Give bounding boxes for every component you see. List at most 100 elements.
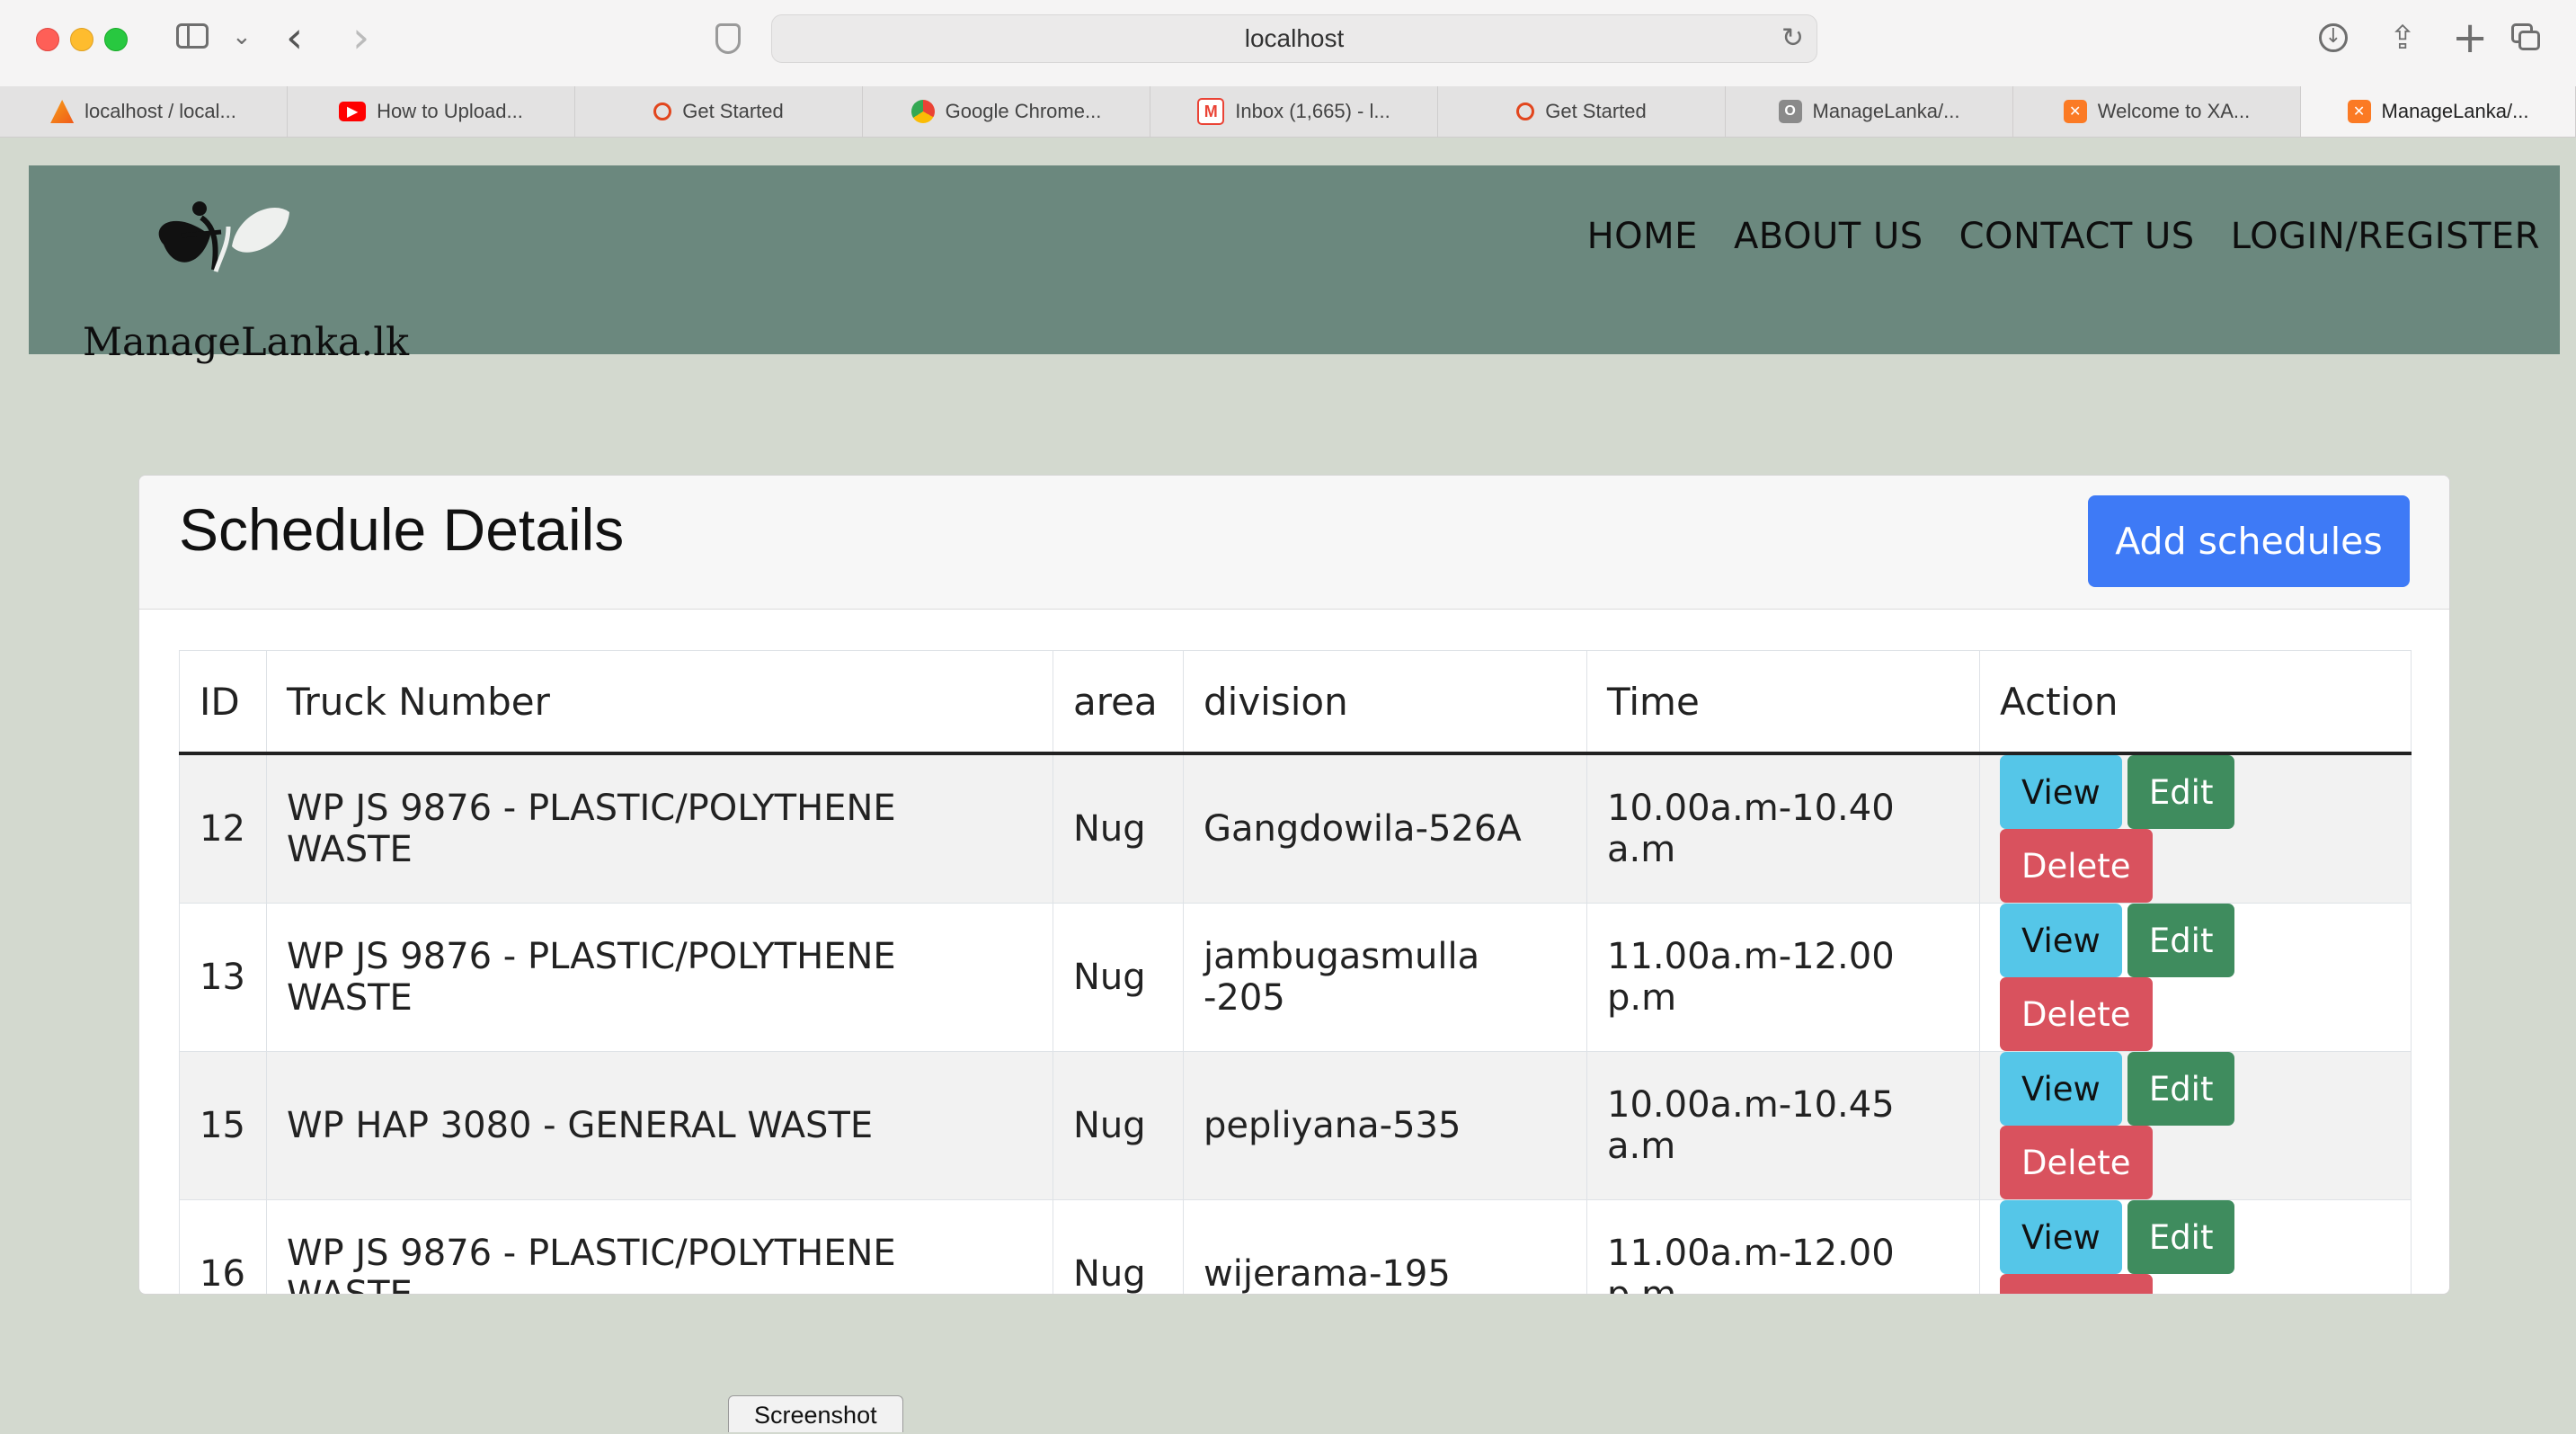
get-started-icon <box>653 102 672 120</box>
browser-tab[interactable]: Google Chrome... <box>863 86 1150 137</box>
cell-truck: WP JS 9876 - PLASTIC/POLYTHENE WASTE <box>266 903 1053 1052</box>
cell-division: Gangdowila-526A <box>1183 753 1587 904</box>
cell-time: 10.00a.m-10.40 a.m <box>1586 753 1980 904</box>
phpmyadmin-icon <box>50 100 75 123</box>
add-schedules-button[interactable]: Add schedules <box>2088 495 2410 587</box>
browser-tab[interactable]: ✕ Welcome to XA... <box>2013 86 2301 137</box>
column-header-time: Time <box>1586 650 1980 755</box>
table-row: 15 WP HAP 3080 - GENERAL WASTE Nug pepli… <box>179 1051 2412 1200</box>
o-icon: O <box>1778 100 1802 123</box>
cell-division: wijerama-195 <box>1183 1199 1587 1294</box>
close-window-button[interactable] <box>36 28 59 51</box>
edit-button[interactable]: Edit <box>2127 1052 2235 1126</box>
forward-arrow-icon[interactable]: › <box>352 13 369 63</box>
cell-actions: ViewEditDelete <box>1979 903 2412 1052</box>
table-row: 16 WP JS 9876 - PLASTIC/POLYTHENE WASTE … <box>179 1199 2412 1294</box>
cell-actions: ViewEditDelete <box>1979 1199 2412 1294</box>
main-nav: HOME ABOUT US CONTACT US LOGIN/REGISTER <box>1587 216 2540 257</box>
site-logo[interactable]: ManageLanka.lk <box>56 200 409 365</box>
cell-truck: WP JS 9876 - PLASTIC/POLYTHENE WASTE <box>266 1199 1053 1294</box>
screenshot-tooltip: Screenshot <box>728 1395 903 1432</box>
leaf-logo-icon <box>158 201 289 272</box>
browser-tab[interactable]: Get Started <box>575 86 863 137</box>
tab-label: Welcome to XA... <box>2097 100 2251 122</box>
share-icon[interactable]: ⇪ <box>2389 20 2416 57</box>
tab-bar: localhost / local... ▶ How to Upload... G… <box>0 86 2576 138</box>
cell-time: 11.00a.m-12.00 p.m <box>1586 903 1980 1052</box>
download-icon[interactable]: ↓ <box>2319 23 2348 52</box>
cell-truck: WP JS 9876 - PLASTIC/POLYTHENE WASTE <box>266 753 1053 904</box>
delete-button[interactable]: Delete <box>2000 829 2153 903</box>
tab-label: How to Upload... <box>377 100 523 122</box>
sidebar-toggle-icon[interactable] <box>176 23 209 49</box>
schedule-table: ID Truck Number area division Time Actio… <box>179 650 2412 1294</box>
page-title: Schedule Details <box>179 496 625 563</box>
edit-button[interactable]: Edit <box>2127 1200 2235 1274</box>
nav-about-us[interactable]: ABOUT US <box>1734 216 1923 257</box>
privacy-shield-icon[interactable] <box>715 23 741 54</box>
browser-tab[interactable]: O ManageLanka/... <box>1726 86 2013 137</box>
nav-contact-us[interactable]: CONTACT US <box>1959 216 2195 257</box>
browser-tab-active[interactable]: ✕ ManageLanka/... <box>2301 86 2576 137</box>
column-header-division: division <box>1183 650 1587 755</box>
logo-text: ManageLanka.lk <box>83 320 410 365</box>
cell-actions: ViewEditDelete <box>1979 1051 2412 1200</box>
gmail-icon: M <box>1197 98 1225 125</box>
cell-time: 10.00a.m-10.45 a.m <box>1586 1051 1980 1200</box>
cell-area: Nug <box>1053 1199 1184 1294</box>
cell-id: 12 <box>179 753 267 904</box>
cell-id: 16 <box>179 1199 267 1294</box>
tab-label: ManageLanka/... <box>1812 100 1960 122</box>
table-header-row: ID Truck Number area division Time Actio… <box>179 650 2412 755</box>
browser-tab[interactable]: Get Started <box>1438 86 1726 137</box>
cell-id: 13 <box>179 903 267 1052</box>
tab-label: Inbox (1,665) - l... <box>1235 100 1390 122</box>
browser-toolbar: ⌄ ‹ › localhost ↻ ↓ ⇪ + <box>0 0 2576 87</box>
view-button[interactable]: View <box>2000 1200 2122 1274</box>
view-button[interactable]: View <box>2000 1052 2122 1126</box>
xampp-icon: ✕ <box>2347 100 2371 123</box>
delete-button[interactable]: Delete <box>2000 1126 2153 1199</box>
column-header-truck-number: Truck Number <box>266 650 1053 755</box>
cell-division: pepliyana-535 <box>1183 1051 1587 1200</box>
address-bar[interactable]: localhost ↻ <box>771 14 1817 63</box>
tab-label: Google Chrome... <box>945 100 1102 122</box>
cell-division: jambugasmulla -205 <box>1183 903 1587 1052</box>
address-url: localhost <box>1244 24 1345 52</box>
delete-button[interactable]: Delete <box>2000 977 2153 1051</box>
tab-overview-icon[interactable] <box>2511 23 2542 52</box>
get-started-icon <box>1516 102 1535 120</box>
back-arrow-icon[interactable]: ‹ <box>286 13 303 63</box>
schedule-card: Schedule Details Add schedules ID Truck … <box>138 475 2450 1295</box>
view-button[interactable]: View <box>2000 755 2122 829</box>
nav-home[interactable]: HOME <box>1587 216 1698 257</box>
minimize-window-button[interactable] <box>70 28 93 51</box>
browser-tab[interactable]: localhost / local... <box>0 86 288 137</box>
chrome-icon <box>910 100 935 123</box>
column-header-area: area <box>1053 650 1184 755</box>
column-header-id: ID <box>179 650 267 755</box>
chevron-down-icon[interactable]: ⌄ <box>232 23 252 50</box>
tab-label: Get Started <box>682 100 784 122</box>
xampp-icon: ✕ <box>2063 100 2087 123</box>
zoom-window-button[interactable] <box>104 28 128 51</box>
cell-area: Nug <box>1053 1051 1184 1200</box>
youtube-icon: ▶ <box>339 102 367 121</box>
table-row: 13 WP JS 9876 - PLASTIC/POLYTHENE WASTE … <box>179 903 2412 1052</box>
edit-button[interactable]: Edit <box>2127 904 2235 977</box>
cell-id: 15 <box>179 1051 267 1200</box>
delete-button[interactable]: Delete <box>2000 1274 2153 1294</box>
view-button[interactable]: View <box>2000 904 2122 977</box>
nav-login-register[interactable]: LOGIN/REGISTER <box>2231 216 2540 257</box>
browser-tab[interactable]: ▶ How to Upload... <box>288 86 575 137</box>
new-tab-icon[interactable]: + <box>2452 13 2488 63</box>
cell-area: Nug <box>1053 753 1184 904</box>
table-row: 12 WP JS 9876 - PLASTIC/POLYTHENE WASTE … <box>179 753 2412 904</box>
cell-truck: WP HAP 3080 - GENERAL WASTE <box>266 1051 1053 1200</box>
card-header: Schedule Details Add schedules <box>139 476 2449 610</box>
browser-tab[interactable]: M Inbox (1,665) - l... <box>1150 86 1438 137</box>
cell-area: Nug <box>1053 903 1184 1052</box>
edit-button[interactable]: Edit <box>2127 755 2235 829</box>
cell-time: 11.00a.m-12.00 p.m <box>1586 1199 1980 1294</box>
reload-icon[interactable]: ↻ <box>1781 15 1804 62</box>
